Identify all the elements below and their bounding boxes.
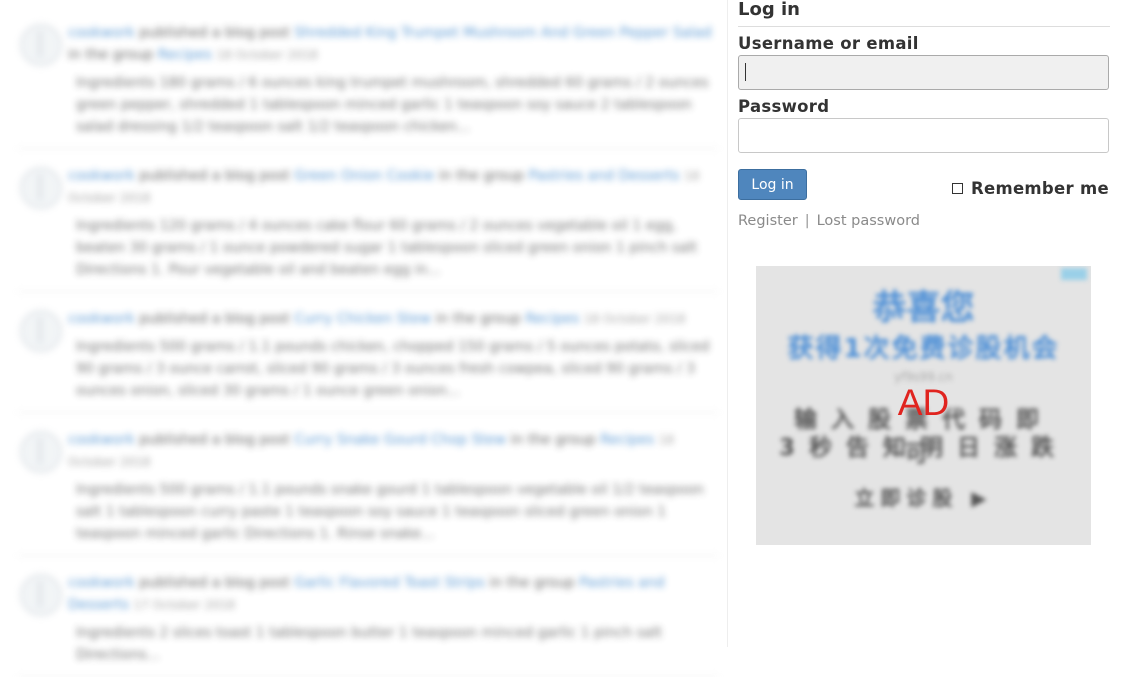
post-date: 18 October 2018 (583, 312, 686, 326)
group-link[interactable]: Recipes (600, 432, 654, 448)
feed-verb: published a blog post (139, 25, 290, 41)
author-link[interactable]: cookwork (68, 168, 135, 184)
password-input[interactable] (738, 118, 1109, 153)
ad-headline: 恭喜您 (872, 288, 975, 328)
feed-item-header: cookwork published a blog post Shredded … (68, 22, 718, 66)
feed-item: cookwork published a blog post Curry Sna… (18, 419, 718, 556)
remember-me[interactable]: Remember me (951, 179, 1109, 198)
feed-item: cookwork published a blog post Curry Chi… (18, 298, 718, 413)
feed-in-group: in the group (435, 311, 521, 327)
text-caret (745, 63, 746, 81)
feed-verb: published a blog post (139, 168, 290, 184)
ad-label: AD (897, 382, 950, 423)
lost-password-link[interactable]: Lost password (817, 213, 920, 229)
login-widget: Log in Username or email Password Log in… (738, 0, 1110, 229)
post-excerpt: Ingredients 180 grams / 6 ounces king tr… (76, 75, 709, 135)
ad-cta[interactable]: 立即诊股 ▶ (756, 482, 1091, 511)
feed-verb: published a blog post (139, 575, 290, 591)
column-divider (727, 0, 728, 647)
feed-item-header: cookwork published a blog post Garlic Fl… (68, 572, 718, 616)
remember-me-label: Remember me (970, 179, 1109, 198)
group-link[interactable]: Recipes (525, 311, 579, 327)
feed-item-header: cookwork published a blog post Curry Sna… (68, 429, 718, 473)
login-links: Register | Lost password (738, 213, 1110, 229)
post-excerpt: Ingredients 500 grams / 1.1 pounds chick… (76, 339, 710, 399)
post-title-link[interactable]: Curry Chicken Stew (294, 311, 431, 327)
group-link[interactable]: Pastries and Desserts (529, 168, 680, 184)
post-title-link[interactable]: Curry Snake Gourd Chop Stew (294, 432, 506, 448)
login-actions: Log in Remember me (738, 169, 1110, 201)
ad-text-line: 3秒告知明日涨跌 (778, 435, 1068, 461)
avatar[interactable] (20, 24, 62, 66)
post-title-link[interactable]: Green Onion Cookie (294, 168, 434, 184)
avatar[interactable] (20, 310, 62, 352)
feed-in-group: in the group (438, 168, 525, 184)
post-excerpt: Ingredients 2 slices toast 1 tablespoon … (76, 625, 662, 663)
feed-verb: published a blog post (139, 311, 290, 327)
feed-item: cookwork published a blog post Garlic Fl… (18, 562, 718, 677)
author-link[interactable]: cookwork (68, 25, 135, 41)
avatar[interactable] (20, 431, 62, 473)
advertisement[interactable]: 恭喜您 获得1次免费诊股机会 yf9s99.cn 输入股票代码即可 3秒告知明日… (756, 266, 1091, 545)
register-link[interactable]: Register (738, 213, 798, 229)
feed-item: cookwork published a blog post Green Oni… (18, 155, 718, 292)
link-separator: | (804, 213, 810, 229)
group-link[interactable]: Recipes (158, 47, 212, 63)
ad-subheadline: 获得1次免费诊股机会 (787, 334, 1060, 364)
post-excerpt: Ingredients 500 grams / 1.1 pounds snake… (76, 482, 704, 542)
username-label: Username or email (738, 34, 919, 53)
post-date: 18 October 2018 (216, 48, 318, 62)
post-title-link[interactable]: Shredded King Trumpet Mushroom And Green… (294, 25, 711, 41)
ad-choices-icon[interactable] (1061, 268, 1087, 280)
author-link[interactable]: cookwork (68, 575, 135, 591)
feed-in-group: in the group (68, 47, 154, 63)
password-label: Password (738, 97, 830, 116)
login-button[interactable]: Log in (738, 169, 807, 200)
activity-feed: cookwork published a blog post Shredded … (18, 12, 718, 677)
feed-in-group: in the group (489, 575, 575, 591)
feed-in-group: in the group (510, 432, 596, 448)
feed-item-header: cookwork published a blog post Curry Chi… (68, 308, 718, 330)
feed-item-header: cookwork published a blog post Green Oni… (68, 165, 718, 209)
avatar[interactable] (20, 167, 62, 209)
remember-me-checkbox[interactable] (951, 183, 963, 194)
post-date: 17 October 2018 (133, 598, 236, 612)
username-input[interactable] (738, 55, 1109, 90)
author-link[interactable]: cookwork (68, 432, 135, 448)
feed-item: cookwork published a blog post Shredded … (18, 12, 718, 149)
feed-verb: published a blog post (139, 432, 290, 448)
post-title-link[interactable]: Garlic Flavored Toast Strips (294, 575, 485, 591)
avatar[interactable] (20, 574, 62, 616)
author-link[interactable]: cookwork (68, 311, 135, 327)
login-title: Log in (738, 0, 1110, 27)
post-excerpt: Ingredients 120 grams / 4 ounces cake fl… (76, 218, 698, 278)
